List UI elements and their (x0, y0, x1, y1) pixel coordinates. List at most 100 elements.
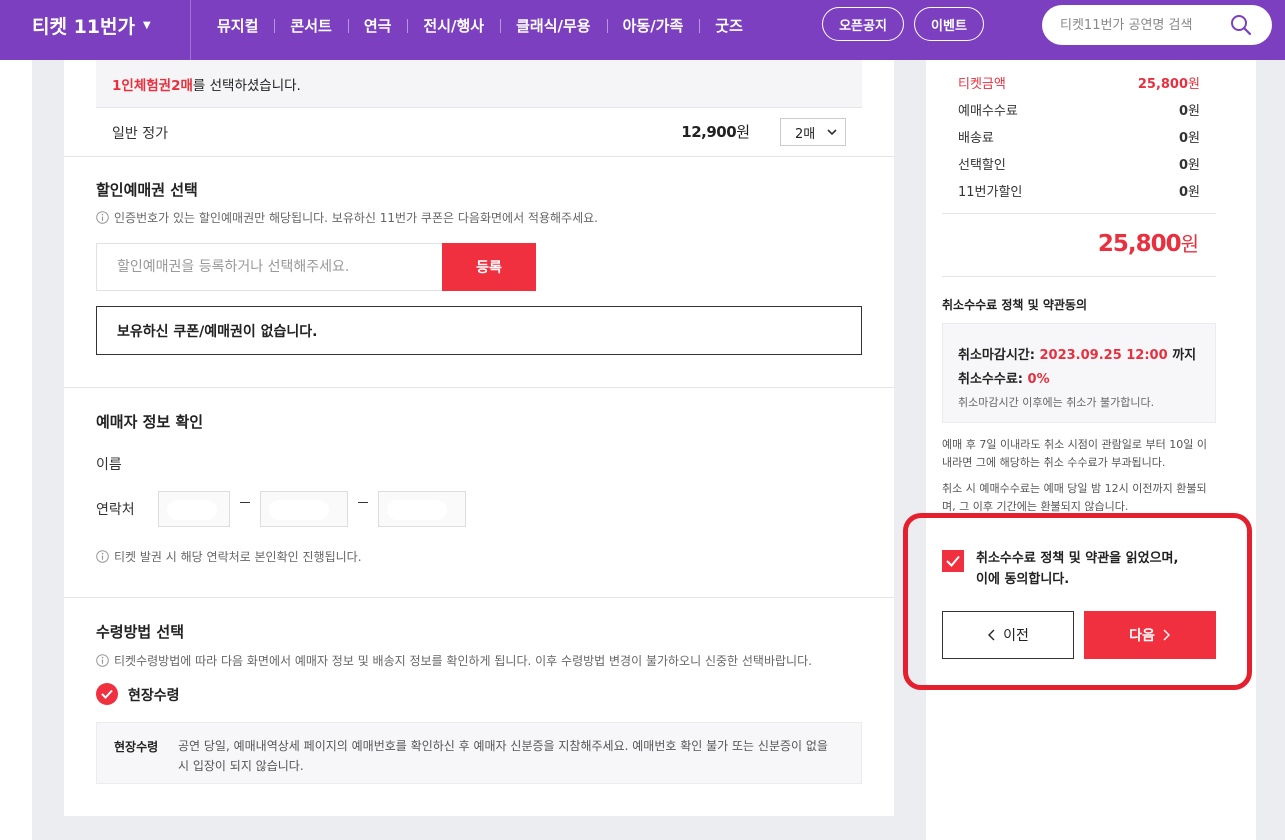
nav-goods[interactable]: 굿즈 (699, 15, 759, 36)
fee-row-ticket: 티켓금액 25,800원 (958, 73, 1200, 92)
policy-title: 취소수수료 정책 및 약관동의 (942, 298, 1088, 312)
next-label: 다음 (1129, 628, 1155, 644)
fee-unit: 원 (1188, 77, 1200, 92)
fee-unit: 원 (1188, 185, 1200, 200)
prev-label: 이전 (1003, 628, 1029, 644)
price-amount: 12,900 (681, 123, 737, 141)
phone-label: 연락처 (96, 502, 135, 518)
agree-line-2: 이에 동의합니다. (976, 572, 1070, 587)
fee-unit: 원 (1188, 104, 1200, 119)
fee-row-booking: 예매수수료 0원 (958, 100, 1200, 119)
price-row: 일반 정가 12,900원 2매 (96, 108, 862, 156)
fee-label: 예매수수료 (958, 104, 1018, 119)
masked-value (387, 500, 447, 520)
chevron-right-icon (1163, 629, 1170, 641)
check-circle-icon[interactable] (96, 683, 118, 705)
divider (64, 597, 894, 598)
fee-unit: 원 (1188, 131, 1200, 146)
quantity-value: 2매 (795, 126, 816, 142)
fee-value: 0원 (1179, 127, 1200, 146)
deadline-label: 취소마감시간: (958, 348, 1035, 363)
receive-section-title: 수령방법 선택 (96, 623, 185, 641)
nav-concert[interactable]: 콘서트 (274, 15, 347, 36)
policy-text-2: 취소 시 예매수수료는 예매 당일 밤 12시 이전까지 환불되며, 그 이후 … (942, 482, 1207, 513)
top-header: 티켓 11번가 ▼ 뮤지컬 콘서트 연극 전시/행사 클래식/무용 아동/가족 … (0, 0, 1285, 60)
agree-line-1: 취소수수료 정책 및 약관을 읽었으며, (976, 551, 1179, 566)
cancel-deadline: 취소마감시간: 2023.09.25 12:00 까지 (958, 344, 1196, 363)
total-unit: 원 (1180, 232, 1199, 256)
coupon-empty-message: 보유하신 쿠폰/예매권이 없습니다. (96, 306, 862, 355)
phone-field-3[interactable] (378, 491, 466, 527)
nav-musical[interactable]: 뮤지컬 (201, 15, 274, 36)
nav-classic[interactable]: 클래식/무용 (500, 15, 606, 36)
agree-label[interactable]: 취소수수료 정책 및 약관을 읽었으며, 이에 동의합니다. (976, 548, 1178, 590)
search-bar (1042, 5, 1272, 45)
phone-dash (358, 502, 368, 503)
nav-exhibition[interactable]: 전시/행사 (407, 15, 500, 36)
selection-summary: 1인체험권 2매 를 선택하셨습니다. (96, 60, 862, 108)
fee-unit: 원 (1188, 158, 1200, 173)
price-label: 일반 정가 (112, 126, 168, 142)
receive-option-onsite[interactable]: 현장수령 (128, 685, 180, 705)
phone-field-2[interactable] (260, 491, 348, 527)
masked-value (269, 500, 329, 520)
chevron-left-icon (988, 629, 995, 641)
chevron-down-icon (827, 129, 837, 136)
fee-label: 티켓금액 (958, 77, 1006, 92)
fee-value: 0원 (1179, 154, 1200, 173)
booker-note: 티켓 발권 시 해당 연락처로 본인확인 진행됩니다. (96, 548, 362, 565)
search-input[interactable] (1060, 5, 1230, 45)
fee-amount: 0 (1178, 158, 1189, 173)
event-button[interactable]: 이벤트 (914, 7, 984, 41)
total-value: 25,800 (1097, 231, 1182, 257)
deadline-suffix: 까지 (1172, 348, 1197, 363)
selected-ticket-name: 1인체험권 (112, 77, 172, 94)
divider (942, 213, 1216, 214)
info-icon (96, 211, 109, 224)
brand-menu[interactable]: 티켓 11번가 ▼ (32, 12, 151, 39)
search-icon[interactable] (1230, 14, 1252, 36)
fee-row-delivery: 배송료 0원 (958, 127, 1200, 146)
fee-value: 25,800원 (1138, 73, 1200, 92)
open-notice-button[interactable]: 오픈공지 (822, 7, 904, 41)
coupon-input[interactable] (96, 243, 442, 291)
selected-ticket-count: 2매 (171, 77, 193, 94)
receive-box-text: 공연 당일, 예매내역상세 페이지의 예매번호를 확인하신 후 예매자 신분증을… (178, 739, 828, 773)
fee-amount: 25,800 (1137, 77, 1189, 92)
deadline-value: 2023.09.25 12:00 (1039, 348, 1168, 363)
selection-suffix: 를 선택하셨습니다. (192, 77, 301, 94)
main-nav: 뮤지컬 콘서트 연극 전시/행사 클래식/무용 아동/가족 굿즈 (201, 0, 759, 50)
cancel-box-note: 취소마감시간 이후에는 취소가 불가합니다. (958, 396, 1155, 409)
fee-amount: 0 (1178, 104, 1189, 119)
masked-value (167, 500, 217, 520)
payment-summary-panel: 티켓금액 25,800원 예매수수료 0원 배송료 0원 선택할인 0원 11번… (926, 60, 1256, 840)
info-icon (96, 550, 109, 563)
cancel-fee: 취소수수료: 0% (958, 368, 1050, 387)
cancel-fee-label: 취소수수료: (958, 372, 1023, 387)
brand-logo: 티켓 11번가 (32, 16, 135, 38)
fee-amount: 0 (1178, 185, 1189, 200)
discount-section-title: 할인예매권 선택 (96, 181, 198, 199)
register-coupon-button[interactable]: 등록 (442, 243, 536, 291)
nav-theater[interactable]: 연극 (347, 15, 408, 36)
header-divider (190, 0, 191, 60)
phone-field-1[interactable] (158, 491, 230, 527)
total-amount: 25,800원 (1097, 228, 1199, 257)
fee-row-selected-discount: 선택할인 0원 (958, 154, 1200, 173)
next-button[interactable]: 다음 (1084, 611, 1216, 659)
phone-dash (240, 502, 250, 503)
receive-note-text: 티켓수령방법에 따라 다음 화면에서 예매자 정보 및 배송지 정보를 확인하게… (114, 654, 812, 668)
fee-row-11st-discount: 11번가할인 0원 (958, 181, 1200, 200)
booking-form-panel: 1인체험권 2매 를 선택하셨습니다. 일반 정가 12,900원 2매 할인예… (64, 60, 894, 816)
agree-checkbox[interactable] (942, 550, 964, 572)
price-unit: 원 (736, 123, 750, 141)
price-value: 12,900원 (681, 121, 750, 142)
booker-note-text: 티켓 발권 시 해당 연락처로 본인확인 진행됩니다. (114, 550, 362, 564)
quantity-select[interactable]: 2매 (780, 118, 846, 146)
discount-note-text: 인증번호가 있는 할인예매권만 해당됩니다. 보유하신 11번가 쿠폰은 다음화… (114, 211, 598, 225)
nav-kids[interactable]: 아동/가족 (606, 15, 700, 36)
receive-info-box: 현장수령 공연 당일, 예매내역상세 페이지의 예매번호를 확인하신 후 예매자… (96, 722, 862, 784)
prev-button[interactable]: 이전 (942, 611, 1074, 659)
divider (64, 387, 894, 388)
receive-box-title: 현장수령 (114, 740, 159, 754)
